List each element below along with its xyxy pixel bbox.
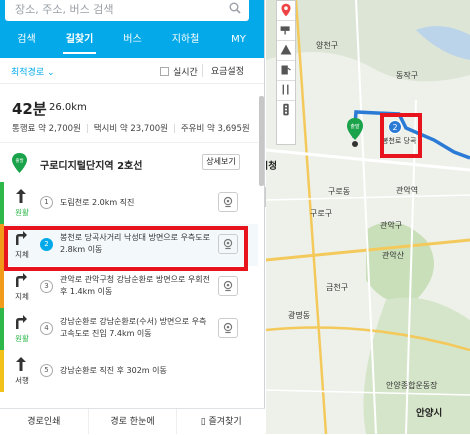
turn-right-arrow-icon [16, 315, 27, 329]
map-label: 구로동 [328, 187, 351, 196]
traffic-bar [0, 350, 4, 392]
step-text: 관악로 관악구청 강남순환로 방면으로 우회전 후 1.4km 이동 [60, 275, 211, 296]
fare-setting-button[interactable]: 요금설정 [201, 64, 244, 77]
traffic-bar [0, 266, 4, 308]
cctv-icon[interactable] [218, 276, 238, 296]
route-overview-button[interactable]: 경로 한눈에 [89, 409, 178, 434]
step-text: 도림천로 2.0km 직진 [60, 198, 135, 207]
favorite-button[interactable]: ▯ 즐겨찾기 [177, 409, 265, 434]
taxi-fee: 택시비 약 23,700원 [93, 124, 168, 134]
step-text: 강남순환로 강남순환로(수서) 방면으로 우측 고속도로 진입 7.4km 이동 [60, 317, 207, 338]
tab-bus[interactable]: 버스 [106, 30, 159, 58]
traffic-bar [0, 308, 4, 350]
gas-station-icon [281, 65, 291, 75]
warning-icon [280, 44, 292, 55]
map-label: 양천구 [316, 41, 339, 50]
fuel-fee: 주유비 약 3,695원 [180, 124, 250, 134]
header-bar: 장소, 주소, 버스 검색 검색 길찾기 버스 지하철 MY [0, 0, 264, 58]
map-label: 관악구 [380, 221, 403, 230]
route-step[interactable]: 원활 4 강남순환로 강남순환로(수서) 방면으로 우측 고속도로 진입 7.4… [0, 308, 258, 350]
svg-text:출발: 출발 [350, 123, 360, 130]
map-label: 안양시 [416, 408, 443, 419]
route-options: 최적경로 ⌄ 실시간 요금설정 [0, 58, 264, 84]
traffic-status: 지체 [15, 292, 29, 301]
map-label: 관악역 [396, 186, 419, 195]
print-route-button[interactable]: 경로인쇄 [0, 409, 89, 434]
chevron-down-icon: ⌄ [47, 68, 55, 78]
fuel-toggle-button[interactable] [277, 61, 295, 81]
tab-search[interactable]: 검색 [0, 30, 53, 58]
map-view[interactable]: 광명시청 구로구 관악구 금천구 양천구 동작구 안양시 광명동 구로동 관악산… [266, 0, 470, 434]
map-label: 구로구 [310, 209, 333, 218]
scrollbar[interactable] [259, 96, 264, 186]
location-pin-icon [281, 3, 291, 17]
tab-subway[interactable]: 지하철 [159, 30, 212, 58]
cctv-icon[interactable] [218, 318, 238, 338]
svg-text:출발: 출발 [15, 157, 23, 164]
traffic-light-toggle-button[interactable] [277, 101, 295, 121]
sort-dropdown[interactable]: 최적경로 ⌄ [11, 65, 55, 78]
step-number: 4 [40, 322, 53, 335]
total-time: 42분 [12, 100, 47, 118]
straight-arrow-icon [16, 357, 26, 371]
map-label: 관악산 [382, 251, 405, 260]
route-step[interactable]: 지체 3 관악로 관악구청 강남순환로 방면으로 우회전 후 1.4km 이동 [0, 266, 258, 308]
tab-my[interactable]: MY [212, 30, 265, 58]
step-number: 3 [40, 280, 53, 293]
bottom-actions: 경로인쇄 경로 한눈에 ▯ 즐겨찾기 [0, 408, 265, 434]
route-step[interactable]: 서행 5 강남순환로 직진 후 302m 이동 [0, 350, 258, 392]
traffic-status: 원활 [15, 334, 29, 343]
map-label: 안양종합운동장 [386, 381, 438, 390]
step-number: 5 [40, 364, 53, 377]
warning-toggle-button[interactable] [277, 41, 295, 61]
cctv-icon [280, 26, 290, 35]
cctv-toggle-button[interactable] [277, 21, 295, 41]
tab-directions[interactable]: 길찾기 [53, 30, 106, 58]
straight-arrow-icon [16, 189, 26, 203]
traffic-bar [0, 182, 4, 224]
map-label: 동작구 [396, 71, 419, 80]
highlight-box [380, 113, 422, 158]
total-distance: 26.0km [49, 102, 87, 113]
start-point: 출발 구로디지털단지역 2호선 상세보기 [0, 142, 258, 182]
route-panel: 장소, 주소, 버스 검색 검색 길찾기 버스 지하철 MY 최적경로 ⌄ 실시… [0, 0, 265, 434]
restaurant-icon [282, 84, 289, 95]
search-placeholder: 장소, 주소, 버스 검색 [15, 3, 114, 16]
detail-view-button[interactable]: 상세보기 [202, 154, 240, 170]
traffic-status: 서행 [15, 376, 29, 385]
route-summary: 42분 26.0km 통행료 약 2,700원 | 택시비 약 23,700원 | 주유… [0, 84, 258, 140]
nav-tabs: 검색 길찾기 버스 지하철 MY [0, 30, 265, 58]
route-step[interactable]: 원활 1 도림천로 2.0km 직진 [0, 182, 258, 224]
start-map-marker[interactable]: 출발 [347, 118, 363, 148]
realtime-checkbox[interactable]: 실시간 [160, 65, 198, 78]
street-view-button[interactable] [277, 1, 295, 21]
traffic-status: 원활 [15, 208, 29, 217]
toll-fee: 통행료 약 2,700원 [12, 124, 81, 134]
turn-right-arrow-icon [16, 273, 27, 287]
cctv-icon[interactable] [218, 192, 238, 212]
start-marker-icon: 출발 [12, 153, 27, 173]
food-toggle-button[interactable] [277, 81, 295, 101]
map-canvas [266, 0, 470, 434]
traffic-light-icon [283, 103, 289, 116]
map-label: 광명동 [288, 311, 311, 320]
map-label: 광명시청 [266, 161, 277, 172]
search-box[interactable]: 장소, 주소, 버스 검색 [5, 0, 249, 21]
highlight-box [4, 226, 248, 271]
step-number: 1 [40, 196, 53, 209]
bookmark-icon: ▯ [200, 417, 209, 427]
map-label: 금천구 [326, 283, 349, 292]
route-steps: 원활 1 도림천로 2.0km 직진 지체 2 봉천로 당곡사거리 낙성대 방면… [0, 182, 258, 392]
checkbox-icon [160, 67, 169, 76]
fee-info: 통행료 약 2,700원 | 택시비 약 23,700원 | 주유비 약 3,695원 [12, 124, 250, 134]
search-icon[interactable] [229, 2, 241, 14]
start-name: 구로디지털단지역 2호선 [40, 161, 143, 172]
step-text: 강남순환로 직진 후 302m 이동 [60, 366, 167, 375]
map-toolbar [276, 0, 296, 145]
